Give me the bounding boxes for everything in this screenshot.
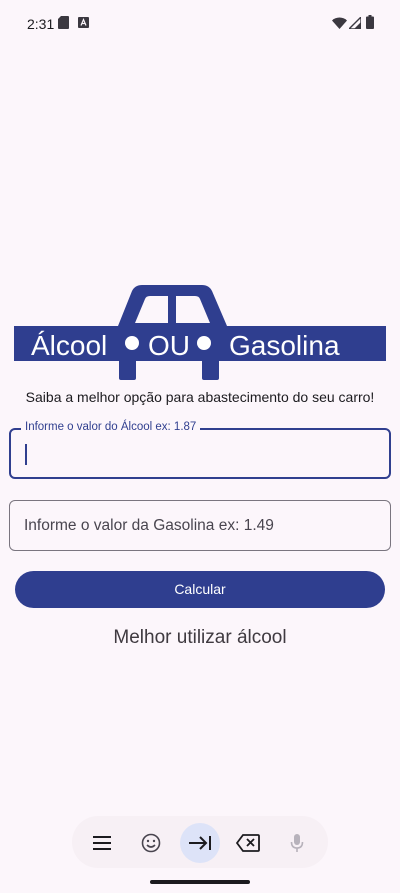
microphone-icon[interactable] (277, 823, 317, 863)
status-bar: 2:31 (0, 0, 400, 48)
logo-word-ou: OU (148, 330, 190, 361)
status-time: 2:31 (27, 16, 55, 32)
signal-icon (349, 17, 361, 29)
logo-word-gasolina: Gasolina (229, 330, 340, 361)
sim-card-icon (58, 16, 69, 29)
keyboard-a-icon (78, 17, 89, 28)
tab-icon[interactable] (180, 823, 220, 863)
battery-icon (366, 15, 374, 29)
emoji-icon[interactable] (131, 823, 171, 863)
calcular-button[interactable]: Calcular (15, 571, 385, 608)
menu-icon[interactable] (82, 823, 122, 863)
gasolina-price-field[interactable]: Informe o valor da Gasolina ex: 1.49 (9, 500, 391, 551)
alcool-field-label: Informe o valor do Álcool ex: 1.87 (21, 421, 201, 433)
result-text: Melhor utilizar álcool (113, 627, 287, 648)
tagline: Saiba a melhor opção para abastecimento … (25, 389, 375, 405)
text-cursor (25, 444, 27, 465)
gasolina-field-placeholder: Informe o valor da Gasolina ex: 1.49 (24, 517, 274, 534)
backspace-icon[interactable] (228, 823, 268, 863)
logo-word-alcool: Álcool (31, 330, 108, 361)
alcool-price-field[interactable]: Informe o valor do Álcool ex: 1.87 (9, 421, 391, 479)
wifi-icon (332, 17, 347, 29)
app-logo: Álcool OU Gasolina (14, 283, 386, 381)
home-indicator[interactable] (150, 880, 250, 884)
